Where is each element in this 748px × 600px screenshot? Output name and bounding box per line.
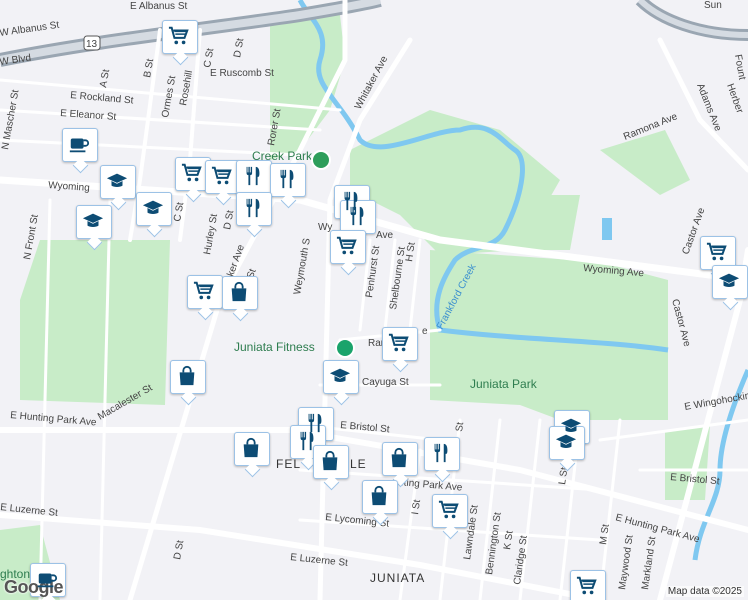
marker-cafe[interactable] [62,128,98,168]
street-label-a-st: A St [98,68,112,88]
street-label-hunting-park-west: E Hunting Park Ave [10,410,98,429]
marker-shopping[interactable] [362,480,398,520]
street-label-claridge: Claridge St [512,535,530,586]
marker-restaurant[interactable] [270,163,306,203]
marker-shopping[interactable] [170,360,206,400]
street-label-g-st: St [454,421,466,432]
map-view[interactable]: E Albanus St W Albanus St W Blvd 13 E Ru… [0,0,748,600]
fitness-pin[interactable] [335,338,355,358]
restaurant-icon [346,205,368,227]
park-label-juniata: Juniata Park [470,377,538,391]
marker-grocery[interactable] [382,327,418,367]
marker-school[interactable] [76,205,112,245]
school-icon [555,431,577,453]
neighborhood-label-feltonville-b: LE [350,457,367,471]
restaurant-icon [430,442,452,464]
shopping-bag-icon [368,485,390,507]
street-label-castor-south: Castor Ave [669,298,692,348]
coffee-icon [68,133,90,155]
street-label-sun: Sun [704,0,722,11]
marker-school[interactable] [100,165,136,205]
park-area-east [600,130,690,195]
street-label-k-st: K St [502,530,516,550]
street-label-rockland: E Rockland St [70,90,134,107]
pond-water [602,218,612,240]
map-attribution[interactable]: Map data ©2025 [665,586,744,597]
street-label-herbert: Herber [724,82,745,115]
marker-shopping[interactable] [222,276,258,316]
cart-icon [193,280,215,302]
cart-icon [181,162,203,184]
street-label-i-st: I St [410,499,423,516]
route-13-label: 13 [86,39,98,50]
street-label-randolph2: e [422,326,428,337]
marker-grocery[interactable] [162,20,198,60]
street-label-d-st-south: D St [172,539,186,560]
marker-school[interactable] [712,265,748,305]
street-label-m-st: M St [598,523,612,545]
street-label-c-st-north: C St [202,47,216,68]
school-icon [718,270,740,292]
restaurant-icon [276,168,298,190]
park-area-green-strip [520,195,580,250]
cart-icon [388,332,410,354]
street-label-d-st: D St [222,209,236,230]
marker-shopping[interactable] [313,445,349,485]
shopping-bag-icon [388,447,410,469]
park-pin[interactable] [311,150,331,170]
shopping-bag-icon [228,281,250,303]
street-label-cayuga: Cayuga St [362,377,409,388]
shopping-bag-icon [176,365,198,387]
park-area-hunting-park [20,240,170,405]
cart-icon [168,25,190,47]
street-label-w-albanus: W Albanus St [0,20,60,39]
street-label-ruscomb: E Ruscomb St [210,68,274,79]
school-icon [142,197,164,219]
street-label-h-st: H St [404,241,418,262]
street-label-hurley: Hurley St [202,213,220,256]
street-label-d-st-north: D St [232,37,246,58]
restaurant-icon [242,165,264,187]
cart-icon [336,235,358,257]
marker-school[interactable] [323,360,359,400]
coffee-icon [36,568,58,590]
marker-grocery[interactable] [432,494,468,534]
neighborhood-label-juniata: JUNIATA [370,571,425,585]
marker-grocery[interactable] [570,570,606,600]
school-icon [82,210,104,232]
restaurant-icon [242,197,264,219]
marker-school[interactable] [136,192,172,232]
street-label-e-albanus: E Albanus St [130,1,187,12]
street-label-markland: Markland St [640,536,658,591]
school-icon [106,170,128,192]
cart-icon [438,499,460,521]
marker-grocery[interactable] [330,230,366,270]
cart-icon [706,241,728,263]
street-label-wyoming-mid2: Ave [376,230,393,241]
marker-restaurant[interactable] [236,192,272,232]
marker-grocery[interactable] [187,275,223,315]
shopping-bag-icon [240,437,262,459]
marker-shopping[interactable] [382,442,418,482]
marker-restaurant[interactable] [424,437,460,477]
street-label-adams: Adams Ave [694,82,723,133]
street-label-wyoming-west: Wyoming [48,180,90,194]
school-icon [329,365,351,387]
street-label-weymouth: Weymouth S [292,237,313,295]
street-label-maywood: Maywood St [617,534,636,590]
poi-label-juniata-fitness: Juniata Fitness [234,340,315,354]
street-label-penhurst: Penhurst St [364,245,382,298]
shopping-bag-icon [319,450,341,472]
restaurant-icon [296,430,318,452]
marker-shopping[interactable] [234,432,270,472]
cart-icon [576,575,598,597]
street-label-eleanor: E Eleanor St [60,108,117,123]
cart-icon [211,165,233,187]
street-label-bristol: E Bristol St [340,420,390,435]
street-label-fountain: Fount [732,54,747,81]
